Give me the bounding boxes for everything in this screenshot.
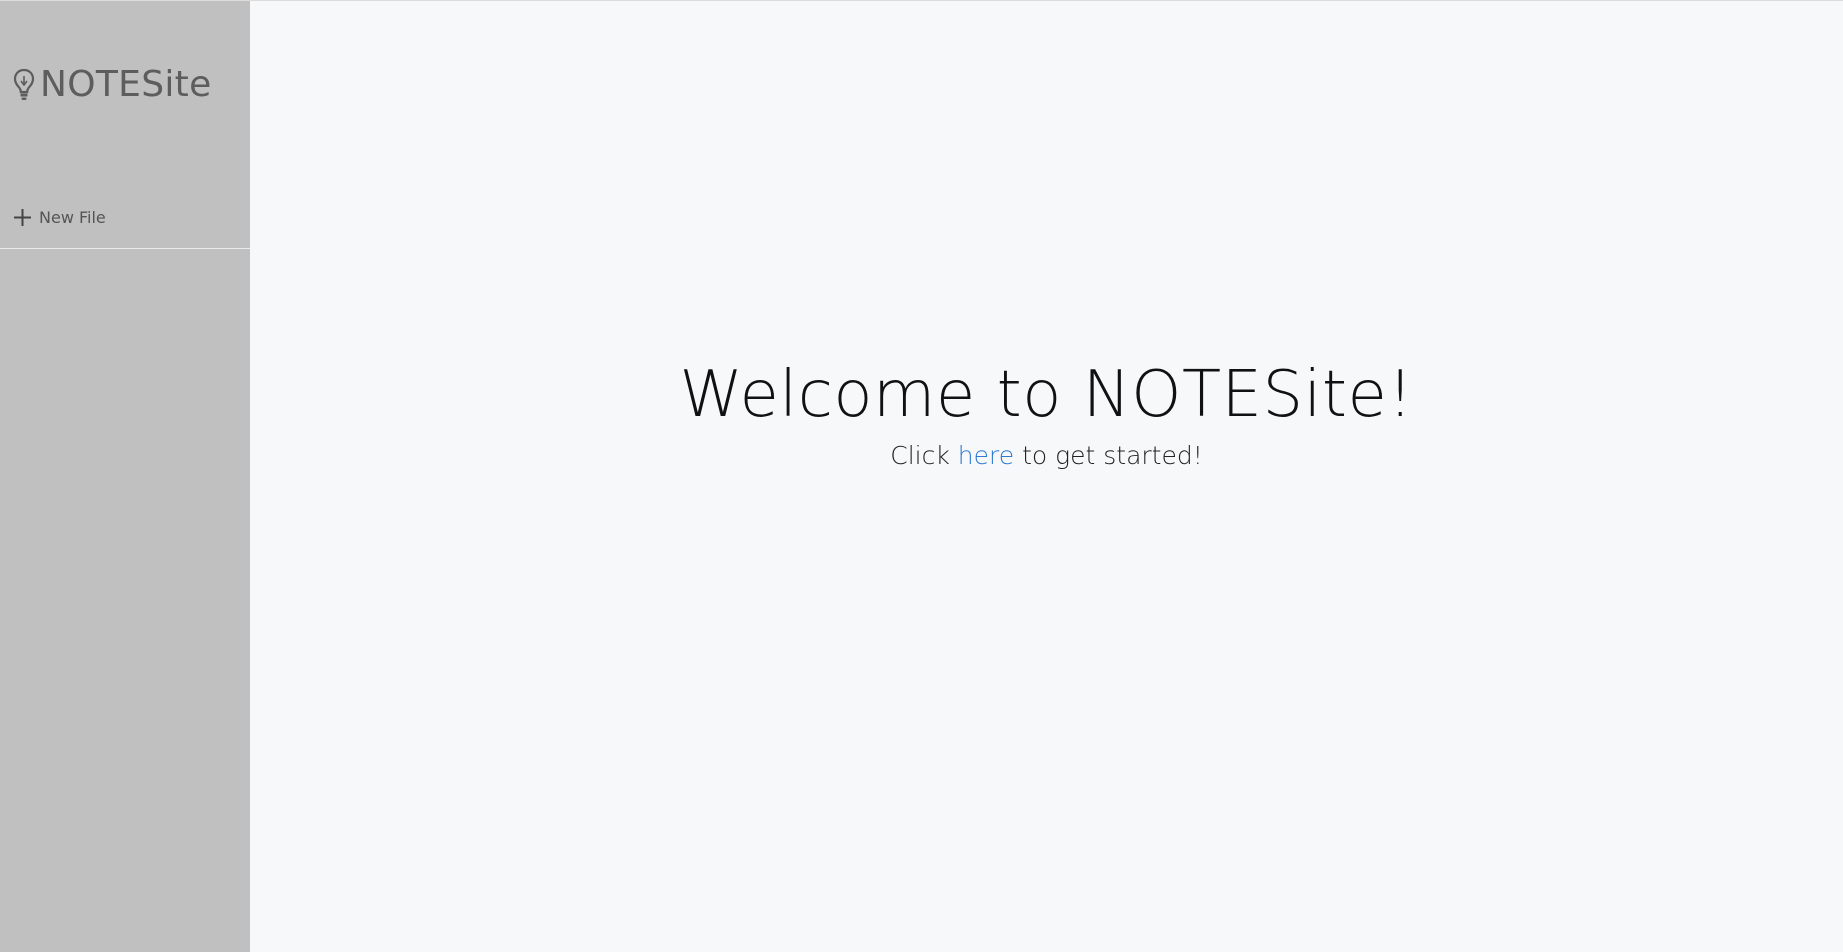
brand-logo[interactable]: NOTESite: [11, 64, 212, 106]
welcome-section: Welcome to NOTESite! Click here to get s…: [250, 355, 1843, 473]
brand-name: NOTESite: [40, 64, 212, 105]
welcome-title: Welcome to NOTESite!: [679, 358, 1414, 432]
plus-icon: [13, 208, 32, 227]
lightbulb-icon: [11, 67, 37, 103]
main-content: Welcome to NOTESite! Click here to get s…: [250, 1, 1843, 952]
welcome-subtitle: Click here to get started!: [250, 439, 1843, 473]
subtitle-prefix: Click: [890, 441, 958, 470]
get-started-link[interactable]: here: [958, 441, 1014, 470]
sidebar: NOTESite New File: [0, 1, 250, 952]
new-file-label: New File: [39, 208, 106, 227]
sidebar-divider: [0, 248, 250, 249]
subtitle-suffix: to get started!: [1014, 441, 1203, 470]
new-file-button[interactable]: New File: [13, 208, 106, 227]
